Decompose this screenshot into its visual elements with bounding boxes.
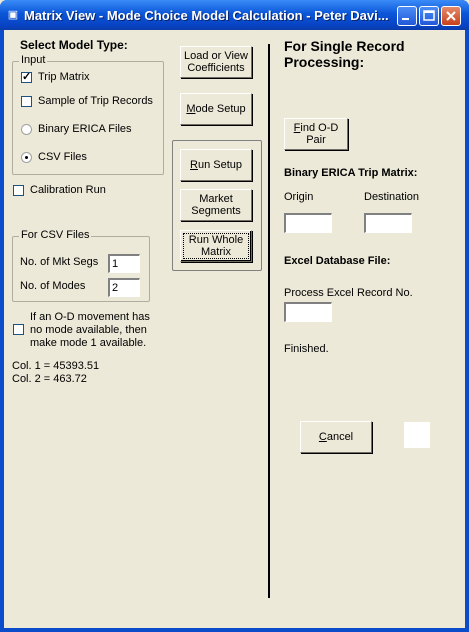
app-icon[interactable]: ▣ xyxy=(6,8,20,22)
record-no-label: Record No. xyxy=(357,287,413,299)
destination-label: Destination xyxy=(364,191,420,203)
maximize-button[interactable] xyxy=(419,6,439,26)
status-text: Finished. xyxy=(284,343,329,355)
origin-label: Origin xyxy=(284,191,314,203)
find-od-label: ind O-D Pair xyxy=(300,122,339,146)
minimize-button[interactable] xyxy=(397,6,417,26)
od-no-mode-label[interactable]: If an O-D movement has no mode available… xyxy=(30,311,150,350)
sample-trip-records-label[interactable]: Sample of Trip Records xyxy=(38,95,153,107)
client-area: Select Model Type: Input Trip Matrix Sam… xyxy=(4,30,465,628)
process-excel-label: Process Excel xyxy=(284,287,354,299)
maximize-icon xyxy=(423,10,435,21)
origin-input[interactable] xyxy=(284,213,332,233)
run-setup-button[interactable]: Run Setup xyxy=(180,149,252,181)
csv-files-radio[interactable] xyxy=(21,152,32,163)
app-window: ▣ Matrix View - Mode Choice Model Calcul… xyxy=(0,0,469,632)
calibration-run-label[interactable]: Calibration Run xyxy=(30,184,106,196)
single-record-heading: For Single Record Processing: xyxy=(284,38,405,70)
col1-result: Col. 1 = 45393.51 xyxy=(12,360,100,372)
no-mkt-segs-label: No. of Mkt Segs xyxy=(20,256,99,268)
trip-matrix-label[interactable]: Trip Matrix xyxy=(38,71,90,83)
od-no-mode-checkbox[interactable] xyxy=(13,324,24,335)
binary-erica-files-radio[interactable] xyxy=(21,124,32,135)
no-mkt-segs-input[interactable]: 1 xyxy=(108,254,140,273)
mode-setup-label: ode Setup xyxy=(195,103,246,115)
binary-erica-trip-matrix-heading: Binary ERICA Trip Matrix: xyxy=(284,167,418,179)
csv-files-label[interactable]: CSV Files xyxy=(38,151,87,163)
cancel-button[interactable]: Cancel xyxy=(300,421,372,453)
no-modes-label: No. of Modes xyxy=(20,280,86,292)
input-group-label: Input xyxy=(19,54,48,66)
no-modes-input[interactable]: 2 xyxy=(108,278,140,297)
minimize-icon xyxy=(402,18,409,20)
title-bar[interactable]: ▣ Matrix View - Mode Choice Model Calcul… xyxy=(0,0,469,30)
col2-result: Col. 2 = 463.72 xyxy=(12,373,87,385)
close-icon xyxy=(446,11,456,21)
csv-files-group-label: For CSV Files xyxy=(19,229,92,241)
find-od-pair-button[interactable]: Find O-D Pair xyxy=(284,118,348,150)
run-setup-accel: R xyxy=(190,159,198,171)
record-no-input[interactable] xyxy=(284,302,332,322)
binary-erica-files-label[interactable]: Binary ERICA Files xyxy=(38,123,132,135)
run-whole-matrix-button[interactable]: Run Whole Matrix xyxy=(180,230,252,262)
close-button[interactable] xyxy=(441,6,461,26)
run-setup-label: un Setup xyxy=(197,159,242,171)
excel-database-file-heading: Excel Database File: xyxy=(284,255,391,267)
vertical-divider xyxy=(268,44,270,598)
destination-input[interactable] xyxy=(364,213,412,233)
cancel-label: ancel xyxy=(326,431,354,443)
cancel-accel: C xyxy=(318,431,327,443)
trip-matrix-checkbox[interactable] xyxy=(21,70,32,83)
mode-setup-button[interactable]: Mode Setup xyxy=(180,93,252,125)
market-segments-button[interactable]: Market Segments xyxy=(180,189,252,221)
calibration-run-checkbox[interactable] xyxy=(13,185,24,196)
blank-indicator-box xyxy=(404,422,430,448)
select-model-type-heading: Select Model Type: xyxy=(20,38,128,52)
window-title: Matrix View - Mode Choice Model Calculat… xyxy=(24,8,389,23)
sample-trip-records-checkbox[interactable] xyxy=(21,96,32,107)
mode-setup-accel: M xyxy=(186,103,196,115)
load-view-coefficients-button[interactable]: Load or View Coefficients xyxy=(180,46,252,78)
